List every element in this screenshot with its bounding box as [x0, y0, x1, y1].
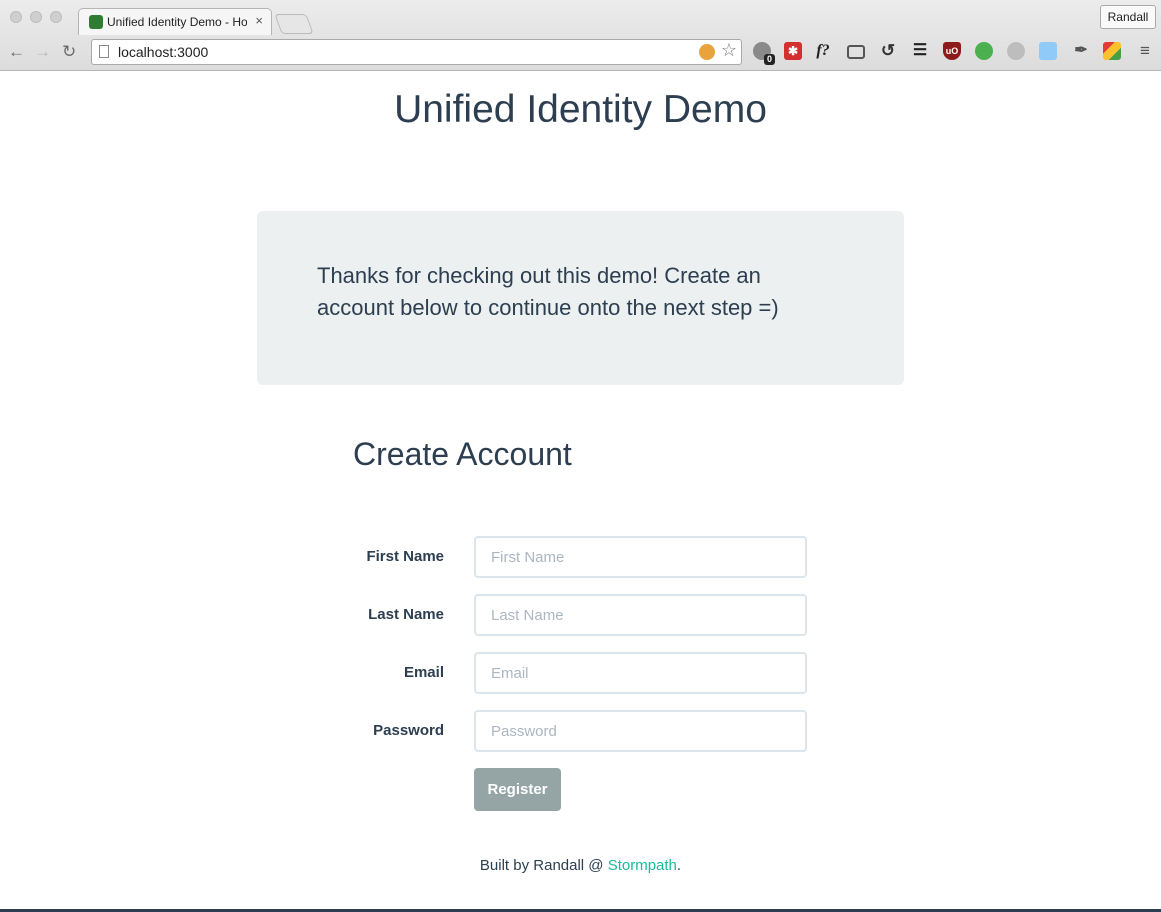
screenshot-icon[interactable] [1039, 42, 1057, 60]
welcome-panel: Thanks for checking out this demo! Creat… [257, 211, 904, 385]
pushbullet-icon[interactable] [975, 42, 993, 60]
eyedropper-icon[interactable]: ✒ [1072, 42, 1090, 60]
tab-title: Unified Identity Demo - Ho [107, 15, 247, 29]
page-icon [99, 45, 109, 58]
new-tab-button[interactable] [274, 14, 314, 34]
create-account-heading: Create Account [353, 436, 572, 472]
address-bar[interactable]: localhost:3000 ☆ [91, 39, 742, 65]
last-name-input[interactable] [474, 594, 807, 636]
footer-text: Built by Randall @ [479, 857, 608, 874]
first-name-input[interactable] [474, 536, 807, 578]
whatfont-icon[interactable]: f? [814, 42, 832, 60]
menu-icon[interactable]: ≡ [1136, 42, 1154, 60]
browser-tab[interactable]: Unified Identity Demo - Ho × [78, 8, 272, 35]
hypothesis-icon[interactable] [1007, 42, 1025, 60]
minimize-window-icon[interactable] [30, 11, 42, 23]
email-label: Email [403, 664, 444, 681]
email-input[interactable] [474, 652, 807, 694]
lastpass-icon[interactable]: ✱ [784, 42, 802, 60]
last-name-label: Last Name [368, 606, 444, 623]
footer: Built by Randall @ Stormpath. [0, 857, 1161, 874]
welcome-text: Thanks for checking out this demo! Creat… [317, 263, 779, 320]
stormpath-link[interactable]: Stormpath [608, 857, 677, 874]
ublock-icon[interactable]: uO [943, 42, 961, 60]
reload-icon[interactable]: ↻ [62, 42, 76, 62]
omnibox-extension-icon[interactable] [699, 44, 715, 60]
footer-period: . [676, 857, 682, 874]
tab-close-icon[interactable]: × [255, 13, 263, 28]
sync-icon[interactable]: ↺ [879, 42, 897, 60]
tab-favicon-icon [89, 15, 103, 29]
zoom-window-icon[interactable] [50, 11, 62, 23]
buffer-icon[interactable]: ☰ [911, 42, 929, 60]
cast-icon[interactable] [847, 45, 865, 59]
browser-chrome: Unified Identity Demo - Ho × Randall ← →… [0, 0, 1161, 71]
close-window-icon[interactable] [10, 11, 22, 23]
ghostery-badge: 0 [764, 54, 775, 65]
first-name-label: First Name [366, 548, 444, 565]
register-button[interactable]: Register [474, 768, 561, 811]
bookmark-star-icon[interactable]: ☆ [721, 40, 737, 61]
forward-icon[interactable]: → [34, 42, 51, 62]
chrome-apps-icon[interactable] [1103, 42, 1121, 60]
url-text[interactable]: localhost:3000 [118, 44, 208, 60]
page-title: Unified Identity Demo [394, 88, 767, 131]
profile-button[interactable]: Randall [1100, 5, 1156, 29]
back-icon[interactable]: ← [8, 42, 25, 62]
password-input[interactable] [474, 710, 807, 752]
password-label: Password [373, 722, 444, 739]
